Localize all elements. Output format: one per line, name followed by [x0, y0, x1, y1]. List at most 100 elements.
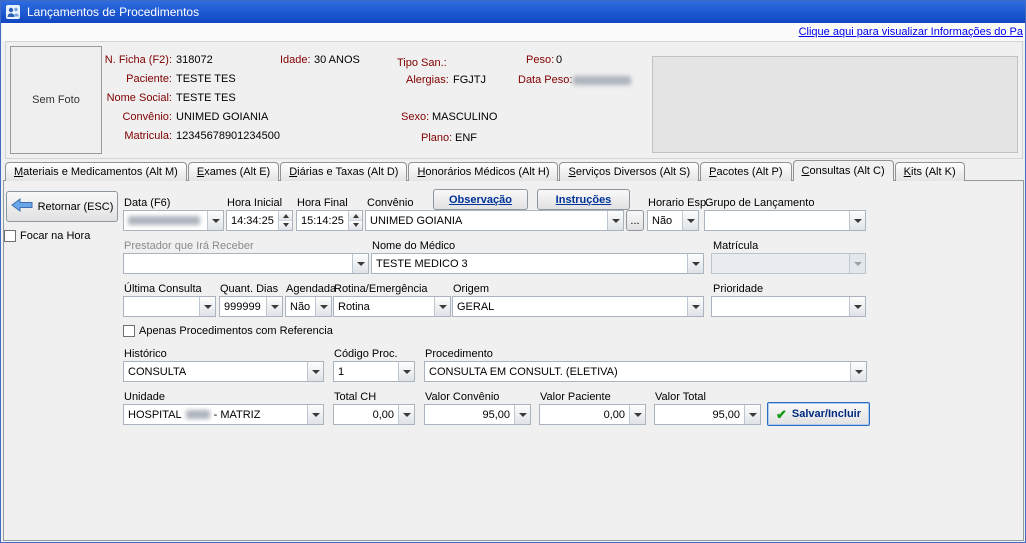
- valor-paciente-select[interactable]: 0,00: [539, 404, 646, 425]
- matricula-field-label: Matrícula: [713, 240, 758, 252]
- tab-materiais-medicamentos[interactable]: Materiais e Medicamentos (Alt M): [5, 162, 187, 181]
- valor-convenio-select[interactable]: 95,00: [424, 404, 531, 425]
- chevron-down-icon[interactable]: [266, 297, 282, 316]
- chevron-down-icon[interactable]: [352, 254, 368, 273]
- convenio-field-value: UNIMED GOIANIA: [366, 211, 607, 230]
- horario-esp-select[interactable]: Não: [647, 210, 699, 231]
- chevron-down-icon[interactable]: [398, 362, 414, 381]
- hora-inicial-spinner[interactable]: 14:34:25: [226, 210, 293, 231]
- window-title: Lançamentos de Procedimentos: [27, 5, 199, 19]
- agendada-select[interactable]: Não: [285, 296, 332, 317]
- time-spinner: [278, 211, 292, 230]
- procedimento-select[interactable]: CONSULTA EM CONSULT. (ELETIVA): [424, 361, 867, 382]
- tipo-san-label: Tipo San.:: [397, 57, 447, 69]
- prioridade-select[interactable]: [711, 296, 866, 317]
- chevron-down-icon[interactable]: [849, 297, 865, 316]
- observacao-button[interactable]: Observação: [433, 189, 528, 210]
- checkbox-box[interactable]: [4, 230, 16, 242]
- chevron-down-icon[interactable]: [682, 211, 698, 230]
- tab-label: Serviços Diversos (Alt S): [568, 166, 690, 178]
- valor-total-value: 95,00: [655, 405, 744, 424]
- rotina-emergencia-select[interactable]: Rotina: [333, 296, 451, 317]
- tab-label: Consultas (Alt C): [802, 165, 885, 177]
- redacted-date: [128, 216, 200, 225]
- grupo-lancamento-select[interactable]: [704, 210, 866, 231]
- convenio-field-label: Convênio: [367, 197, 413, 209]
- salvar-incluir-button[interactable]: ✔ Salvar/Incluir: [767, 402, 870, 426]
- chevron-down-icon[interactable]: [307, 362, 323, 381]
- instrucoes-button[interactable]: Instruções: [537, 189, 630, 210]
- spin-up-button[interactable]: [349, 211, 362, 220]
- tab-honorarios-medicos[interactable]: Honorários Médicos (Alt H): [408, 162, 558, 181]
- codigo-proc-select[interactable]: 1: [333, 361, 415, 382]
- prestador-value: [124, 254, 352, 273]
- codigo-proc-label: Código Proc.: [334, 348, 398, 360]
- nome-medico-select[interactable]: TESTE MEDICO 3: [371, 253, 704, 274]
- prioridade-value: [712, 297, 849, 316]
- chevron-down-icon[interactable]: [514, 405, 530, 424]
- quant-dias-select[interactable]: 999999: [219, 296, 283, 317]
- valor-total-label: Valor Total: [655, 391, 706, 403]
- sexo-value: MASCULINO: [432, 111, 497, 123]
- paciente-label: Paciente:: [62, 73, 172, 85]
- apenas-referencia-checkbox[interactable]: Apenas Procedimentos com Referencia: [123, 325, 333, 337]
- patient-info-link[interactable]: Clique aqui para visualizar Informações …: [799, 26, 1023, 38]
- quant-dias-label: Quant. Dias: [220, 283, 278, 295]
- observacao-label: Observação: [449, 194, 512, 206]
- retornar-button[interactable]: Retornar (ESC): [6, 191, 118, 222]
- ultima-consulta-select[interactable]: [123, 296, 216, 317]
- chevron-down-icon[interactable]: [607, 211, 623, 230]
- paciente-value: TESTE TES: [176, 73, 236, 85]
- chevron-down-icon[interactable]: [434, 297, 450, 316]
- tab-bar: Materiais e Medicamentos (Alt M) Exames …: [5, 160, 966, 181]
- tab-consultas[interactable]: Consultas (Alt C): [793, 160, 894, 181]
- chevron-down-icon[interactable]: [850, 362, 866, 381]
- title-bar: Lançamentos de Procedimentos: [1, 1, 1025, 23]
- valor-total-select[interactable]: 95,00: [654, 404, 761, 425]
- chevron-down-icon[interactable]: [199, 297, 215, 316]
- salvar-incluir-label: Salvar/Incluir: [792, 408, 861, 420]
- chevron-down-icon[interactable]: [207, 211, 223, 230]
- historico-value: CONSULTA: [124, 362, 307, 381]
- chevron-down-icon[interactable]: [687, 297, 703, 316]
- chevron-down-icon[interactable]: [398, 405, 414, 424]
- idade-label: Idade:: [280, 54, 311, 66]
- data-peso-label: Data Peso:: [518, 74, 572, 86]
- spin-up-button[interactable]: [279, 211, 292, 220]
- focar-na-hora-checkbox[interactable]: Focar na Hora: [4, 230, 90, 242]
- chevron-down-icon[interactable]: [744, 405, 760, 424]
- tab-exames[interactable]: Exames (Alt E): [188, 162, 279, 181]
- ficha-label: N. Ficha (F2):: [62, 54, 172, 66]
- apenas-referencia-label: Apenas Procedimentos com Referencia: [139, 325, 333, 337]
- spin-down-button[interactable]: [349, 220, 362, 230]
- spin-down-button[interactable]: [279, 220, 292, 230]
- peso-label: Peso:: [526, 54, 554, 66]
- horario-esp-label: Horario Esp.: [648, 197, 709, 209]
- prestador-select[interactable]: [123, 253, 369, 274]
- hora-final-spinner[interactable]: 15:14:25: [296, 210, 363, 231]
- chevron-down-icon[interactable]: [315, 297, 331, 316]
- convenio-select[interactable]: UNIMED GOIANIA: [365, 210, 624, 231]
- chevron-down-icon[interactable]: [687, 254, 703, 273]
- chevron-down-icon[interactable]: [629, 405, 645, 424]
- total-ch-select[interactable]: 0,00: [333, 404, 415, 425]
- chevron-down-icon[interactable]: [307, 405, 323, 424]
- convenio-ellipsis-button[interactable]: ...: [626, 210, 644, 231]
- redacted-unidade: [186, 410, 210, 419]
- prioridade-label: Prioridade: [713, 283, 763, 295]
- tab-kits[interactable]: Kits (Alt K): [895, 162, 965, 181]
- tab-label: Kits (Alt K): [904, 166, 956, 178]
- origem-select[interactable]: GERAL: [452, 296, 704, 317]
- tab-servicos-diversos[interactable]: Serviços Diversos (Alt S): [559, 162, 699, 181]
- ficha-value: 318072: [176, 54, 213, 66]
- data-f6-select[interactable]: [123, 210, 224, 231]
- chevron-down-icon[interactable]: [849, 211, 865, 230]
- retornar-label: Retornar (ESC): [38, 201, 114, 213]
- checkbox-box[interactable]: [123, 325, 135, 337]
- tab-pacotes[interactable]: Pacotes (Alt P): [700, 162, 791, 181]
- alergias-label: Alergias:: [406, 74, 449, 86]
- historico-select[interactable]: CONSULTA: [123, 361, 324, 382]
- unidade-select[interactable]: HOSPITAL - MATRIZ: [123, 404, 324, 425]
- tab-diarias-taxas[interactable]: Diárias e Taxas (Alt D): [280, 162, 407, 181]
- matricula-value: 12345678901234500: [176, 130, 280, 142]
